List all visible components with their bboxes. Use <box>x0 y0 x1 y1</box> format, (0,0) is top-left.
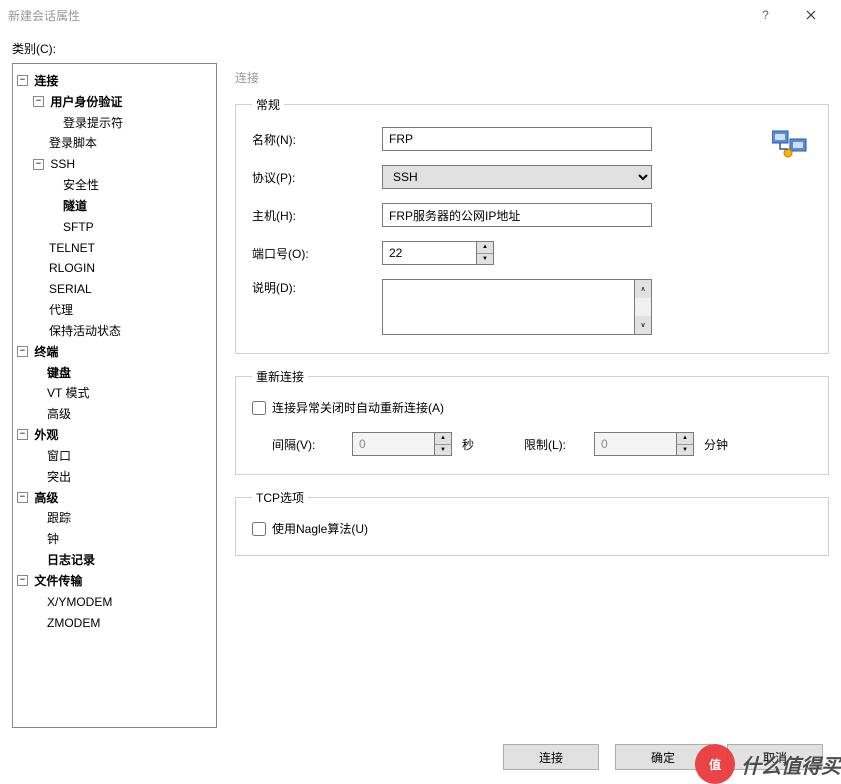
port-input[interactable] <box>382 241 476 265</box>
scroll-up-icon[interactable]: ∧ <box>635 280 651 298</box>
tree-proxy[interactable]: 代理 <box>49 303 73 317</box>
category-tree[interactable]: − 连接 − 用户身份验证 登录提示符 登录脚本 − <box>12 63 217 728</box>
tree-highlight[interactable]: 突出 <box>47 470 71 484</box>
spin-down-icon[interactable]: ▼ <box>435 445 451 456</box>
tree-serial[interactable]: SERIAL <box>49 282 92 296</box>
label-protocol: 协议(P): <box>252 169 382 186</box>
tree-login-prompt[interactable]: 登录提示符 <box>63 115 123 129</box>
label-name: 名称(N): <box>252 131 382 148</box>
tree-trace[interactable]: 跟踪 <box>47 511 71 525</box>
bottom-bar: 连接 确定 取消 <box>0 734 841 784</box>
label-seconds: 秒 <box>462 436 474 453</box>
nagle-label: 使用Nagle算法(U) <box>272 520 368 537</box>
tree-adv[interactable]: 高级 <box>47 407 71 421</box>
auto-reconnect-label: 连接异常关闭时自动重新连接(A) <box>272 399 444 416</box>
limit-spinner[interactable]: ▲ ▼ <box>594 432 694 456</box>
label-host: 主机(H): <box>252 207 382 224</box>
label-limit: 限制(L): <box>524 436 584 453</box>
tree-filetrans[interactable]: 文件传输 <box>34 574 82 588</box>
window-title: 新建会话属性 <box>8 7 743 24</box>
port-spinner[interactable]: ▲ ▼ <box>382 241 494 265</box>
limit-input[interactable] <box>594 432 676 456</box>
tree-toggle-icon[interactable]: − <box>17 429 28 440</box>
close-button[interactable] <box>788 0 833 30</box>
tree-zmodem[interactable]: ZMODEM <box>47 615 100 629</box>
tree-logging[interactable]: 日志记录 <box>47 553 95 567</box>
tree-tunnel[interactable]: 隧道 <box>63 199 87 213</box>
host-input[interactable] <box>382 203 652 227</box>
content-panel: 连接 常规 名称(N): 协议(P): SSH <box>217 63 829 728</box>
tree-telnet[interactable]: TELNET <box>49 240 95 254</box>
group-tcp-legend: TCP选项 <box>252 489 308 506</box>
tree-toggle-icon[interactable]: − <box>17 346 28 357</box>
label-desc: 说明(D): <box>252 279 382 296</box>
protocol-select[interactable]: SSH <box>382 165 652 189</box>
interval-input[interactable] <box>352 432 434 456</box>
group-reconnect: 重新连接 连接异常关闭时自动重新连接(A) 间隔(V): ▲ ▼ 秒 限制(L)… <box>235 368 829 475</box>
label-interval: 间隔(V): <box>272 436 342 453</box>
auto-reconnect-checkbox[interactable] <box>252 401 266 415</box>
tree-login-script[interactable]: 登录脚本 <box>49 136 97 150</box>
tree-advanced[interactable]: 高级 <box>34 490 58 504</box>
tree-xymodem[interactable]: X/YMODEM <box>47 595 112 609</box>
tree-toggle-icon[interactable]: − <box>33 96 44 107</box>
tree-auth[interactable]: 用户身份验证 <box>50 95 122 109</box>
tree-bell[interactable]: 钟 <box>47 532 59 546</box>
tree-keyboard[interactable]: 键盘 <box>47 365 71 379</box>
tree-appearance[interactable]: 外观 <box>34 428 58 442</box>
tree-window[interactable]: 窗口 <box>47 449 71 463</box>
connect-button[interactable]: 连接 <box>503 744 599 770</box>
spin-down-icon[interactable]: ▼ <box>677 445 693 456</box>
titlebar: 新建会话属性 ? <box>0 0 841 30</box>
desc-textarea[interactable] <box>382 279 634 335</box>
group-general: 常规 名称(N): 协议(P): SSH <box>235 96 829 354</box>
tree-vtmode[interactable]: VT 模式 <box>47 386 89 400</box>
textarea-scrollbar[interactable]: ∧ ∨ <box>634 279 652 335</box>
group-general-legend: 常规 <box>252 96 284 113</box>
cancel-button[interactable]: 取消 <box>727 744 823 770</box>
tree-toggle-icon[interactable]: − <box>17 492 28 503</box>
name-input[interactable] <box>382 127 652 151</box>
interval-spinner[interactable]: ▲ ▼ <box>352 432 452 456</box>
group-reconnect-legend: 重新连接 <box>252 368 308 385</box>
tree-rlogin[interactable]: RLOGIN <box>49 261 95 275</box>
category-label: 类别(C): <box>0 30 841 63</box>
label-port: 端口号(O): <box>252 245 382 262</box>
tree-toggle-icon[interactable]: − <box>33 159 44 170</box>
spin-up-icon[interactable]: ▲ <box>677 433 693 445</box>
tree-connection[interactable]: 连接 <box>34 74 58 88</box>
nagle-checkbox[interactable] <box>252 522 266 536</box>
panel-title: 连接 <box>235 63 829 96</box>
tree-toggle-icon[interactable]: − <box>17 75 28 86</box>
tree-ssh[interactable]: SSH <box>50 157 75 171</box>
tree-sftp[interactable]: SFTP <box>63 220 94 234</box>
protocol-icon <box>772 129 808 162</box>
tree-terminal[interactable]: 终端 <box>34 345 58 359</box>
scroll-down-icon[interactable]: ∨ <box>635 316 651 334</box>
ok-button[interactable]: 确定 <box>615 744 711 770</box>
tree-security[interactable]: 安全性 <box>63 178 99 192</box>
spin-down-icon[interactable]: ▼ <box>477 254 493 265</box>
tree-toggle-icon[interactable]: − <box>17 575 28 586</box>
label-minutes: 分钟 <box>704 436 728 453</box>
spin-up-icon[interactable]: ▲ <box>477 242 493 254</box>
spin-up-icon[interactable]: ▲ <box>435 433 451 445</box>
tree-keepalive[interactable]: 保持活动状态 <box>49 324 121 338</box>
group-tcp: TCP选项 使用Nagle算法(U) <box>235 489 829 556</box>
help-button[interactable]: ? <box>743 0 788 30</box>
